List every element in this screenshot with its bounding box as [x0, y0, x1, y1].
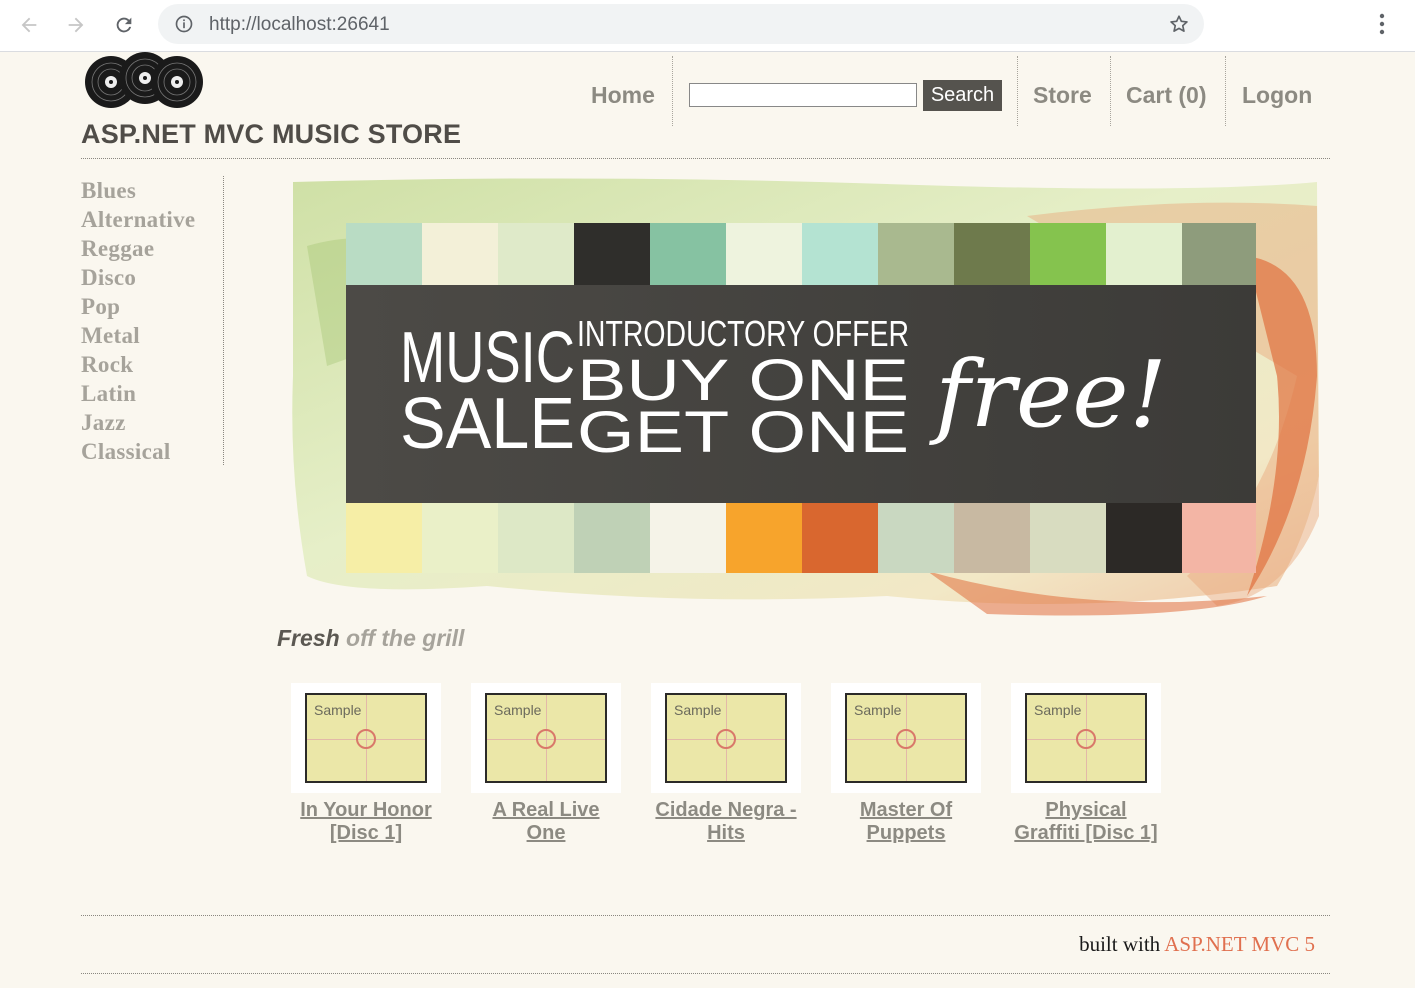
- sample-label: Sample: [1034, 702, 1082, 718]
- album-title-link[interactable]: Master Of Puppets: [831, 799, 981, 845]
- genre-link-pop[interactable]: Pop: [81, 292, 223, 321]
- nav-store-link[interactable]: Store: [1033, 82, 1092, 109]
- genre-link-metal[interactable]: Metal: [81, 321, 223, 350]
- banner-text-free: free!: [929, 341, 1167, 448]
- logo-records-icon[interactable]: [84, 52, 204, 110]
- genre-link-classical[interactable]: Classical: [81, 437, 223, 466]
- promo-banner: MUSIC SALE INTRODUCTORY OFFER BUY ONE GE…: [292, 178, 1320, 616]
- nav-divider: [672, 56, 673, 126]
- album-title-link[interactable]: In Your Honor [Disc 1]: [291, 799, 441, 845]
- album-thumbnail[interactable]: Sample: [831, 683, 981, 793]
- banner-text-sale: SALE: [400, 384, 575, 464]
- footer-credit: built with ASP.NET MVC 5: [1079, 932, 1315, 957]
- album-title-link[interactable]: A Real Live One: [471, 799, 621, 845]
- album-art-placeholder: Sample: [1025, 693, 1147, 783]
- album-art-placeholder: Sample: [485, 693, 607, 783]
- info-icon[interactable]: [174, 14, 194, 34]
- album-art-placeholder: Sample: [845, 693, 967, 783]
- album-art-placeholder: Sample: [305, 693, 427, 783]
- back-button[interactable]: [13, 9, 45, 41]
- nav-divider: [1110, 56, 1111, 126]
- sample-label: Sample: [494, 702, 542, 718]
- more-menu-icon[interactable]: [1370, 10, 1394, 40]
- crosshair-icon: [896, 729, 916, 749]
- url-host: http://localhost: [209, 14, 332, 35]
- genre-link-disco[interactable]: Disco: [81, 263, 223, 292]
- header-divider: [81, 158, 1330, 159]
- album-card: Sample In Your Honor [Disc 1]: [291, 683, 441, 845]
- banner-text-get-one: GET ONE: [577, 400, 909, 465]
- reload-button[interactable]: [108, 9, 140, 41]
- nav-divider: [1017, 56, 1018, 126]
- sample-label: Sample: [674, 702, 722, 718]
- footer-divider-bottom: [81, 973, 1330, 974]
- genre-list: Blues Alternative Reggae Disco Pop Metal…: [81, 176, 224, 465]
- album-thumbnail[interactable]: Sample: [1011, 683, 1161, 793]
- crosshair-icon: [1076, 729, 1096, 749]
- album-title-link[interactable]: Physical Graffiti [Disc 1]: [1011, 799, 1161, 845]
- album-thumbnail[interactable]: Sample: [291, 683, 441, 793]
- search-button[interactable]: Search: [923, 80, 1002, 111]
- url-text[interactable]: http://localhost:26641: [209, 14, 390, 36]
- fresh-heading-rest: off the grill: [339, 625, 465, 651]
- reload-icon: [116, 17, 132, 33]
- crosshair-icon: [536, 729, 556, 749]
- sample-label: Sample: [314, 702, 362, 718]
- nav-logon-link[interactable]: Logon: [1242, 82, 1312, 109]
- arrow-right-icon: [68, 17, 84, 33]
- footer-divider-top: [81, 915, 1330, 916]
- genre-link-latin[interactable]: Latin: [81, 379, 223, 408]
- search-input[interactable]: [689, 83, 917, 107]
- address-bar[interactable]: http://localhost:26641: [158, 4, 1204, 44]
- footer-prefix: built with: [1079, 932, 1165, 956]
- site-title: ASP.NET MVC MUSIC STORE: [81, 119, 462, 149]
- banner-bottom-swatches: [346, 503, 1256, 573]
- nav-divider: [1225, 56, 1226, 126]
- nav-cart-link[interactable]: Cart (0): [1126, 82, 1207, 109]
- footer-aspnet-link[interactable]: ASP.NET MVC 5: [1164, 932, 1315, 956]
- genre-link-jazz[interactable]: Jazz: [81, 408, 223, 437]
- genre-link-rock[interactable]: Rock: [81, 350, 223, 379]
- genre-link-blues[interactable]: Blues: [81, 176, 223, 205]
- forward-button[interactable]: [60, 9, 92, 41]
- url-port: :26641: [331, 14, 390, 35]
- album-card: Sample Physical Graffiti [Disc 1]: [1011, 683, 1161, 845]
- browser-toolbar: http://localhost:26641: [0, 0, 1415, 52]
- album-card: Sample Master Of Puppets: [831, 683, 981, 845]
- star-icon[interactable]: [1168, 13, 1190, 35]
- album-art-placeholder: Sample: [665, 693, 787, 783]
- banner-top-swatches: [346, 223, 1256, 285]
- album-title-link[interactable]: Cidade Negra - Hits: [651, 799, 801, 845]
- album-card: Sample Cidade Negra - Hits: [651, 683, 801, 845]
- nav-home-link[interactable]: Home: [591, 82, 655, 109]
- album-card: Sample A Real Live One: [471, 683, 621, 845]
- crosshair-icon: [716, 729, 736, 749]
- genre-link-alternative[interactable]: Alternative: [81, 205, 223, 234]
- album-thumbnail[interactable]: Sample: [471, 683, 621, 793]
- fresh-heading-strong: Fresh: [277, 625, 340, 651]
- crosshair-icon: [356, 729, 376, 749]
- genre-link-reggae[interactable]: Reggae: [81, 234, 223, 263]
- album-thumbnail[interactable]: Sample: [651, 683, 801, 793]
- arrow-left-icon: [21, 17, 37, 33]
- sample-label: Sample: [854, 702, 902, 718]
- fresh-heading: Fresh off the grill: [277, 625, 464, 652]
